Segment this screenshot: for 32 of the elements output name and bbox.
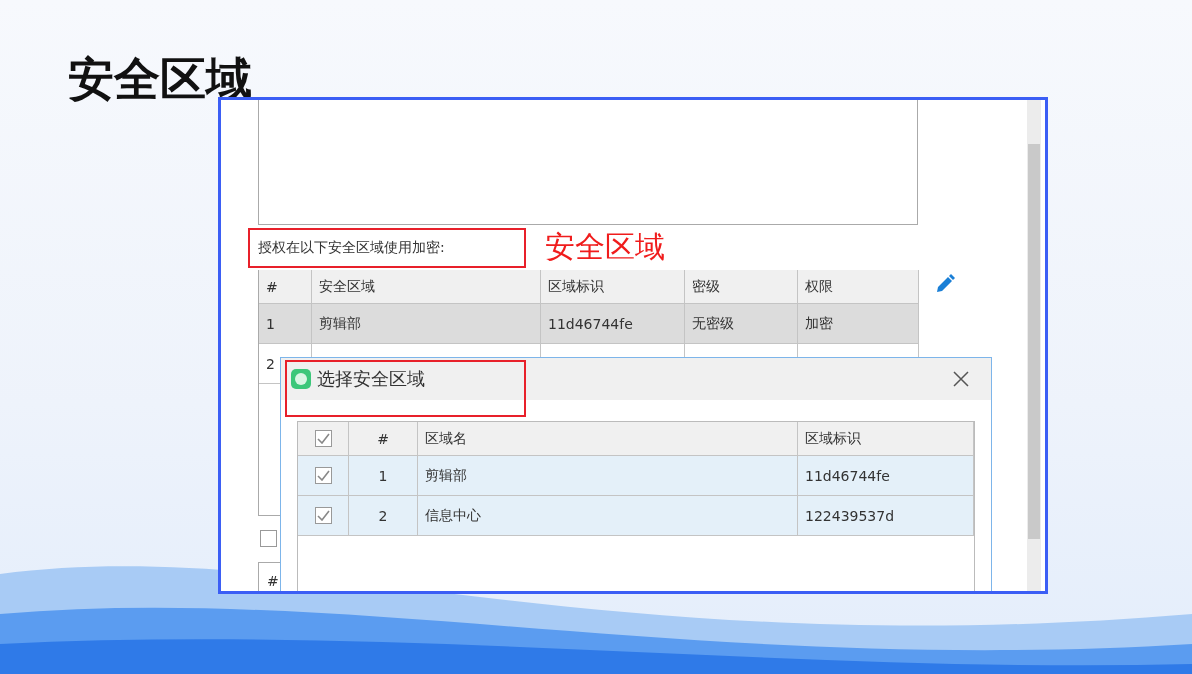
table-cell: 无密级 <box>685 304 798 344</box>
annotation-text: 安全区域 <box>545 228 665 266</box>
column-header: # <box>259 270 312 304</box>
column-header: 区域标识 <box>798 422 974 456</box>
table-cell: 1 <box>349 456 418 496</box>
column-header: 区域名 <box>418 422 798 456</box>
pencil-icon[interactable] <box>935 274 955 294</box>
column-header: 安全区域 <box>312 270 541 304</box>
table-cell: 剪辑部 <box>312 304 541 344</box>
close-icon[interactable] <box>953 371 969 387</box>
table-cell: 122439537d <box>798 496 974 536</box>
scrollbar[interactable] <box>1027 100 1041 591</box>
table-cell: 1 <box>259 304 312 344</box>
column-header: # <box>349 422 418 456</box>
table-cell: 11d46744fe <box>541 304 685 344</box>
checkbox[interactable] <box>314 430 332 447</box>
column-header: # <box>266 572 279 589</box>
table-cell: 剪辑部 <box>418 456 798 496</box>
auth-label: 授权在以下安全区域使用加密: <box>248 227 526 268</box>
column-header: 权限 <box>798 270 919 304</box>
checkbox[interactable] <box>260 530 277 547</box>
table-cell: 信息中心 <box>418 496 798 536</box>
slide-title: 安全区域 <box>68 51 252 108</box>
table-cell: 11d46744fe <box>798 456 974 496</box>
table-cell: 2 <box>349 496 418 536</box>
dialog-title: 选择安全区域 <box>317 367 426 391</box>
app-icon <box>291 369 311 389</box>
checkbox[interactable] <box>314 507 332 524</box>
checkbox[interactable] <box>314 467 332 484</box>
column-header: 密级 <box>685 270 798 304</box>
table-cell: 加密 <box>798 304 919 344</box>
column-header: 区域标识 <box>541 270 685 304</box>
